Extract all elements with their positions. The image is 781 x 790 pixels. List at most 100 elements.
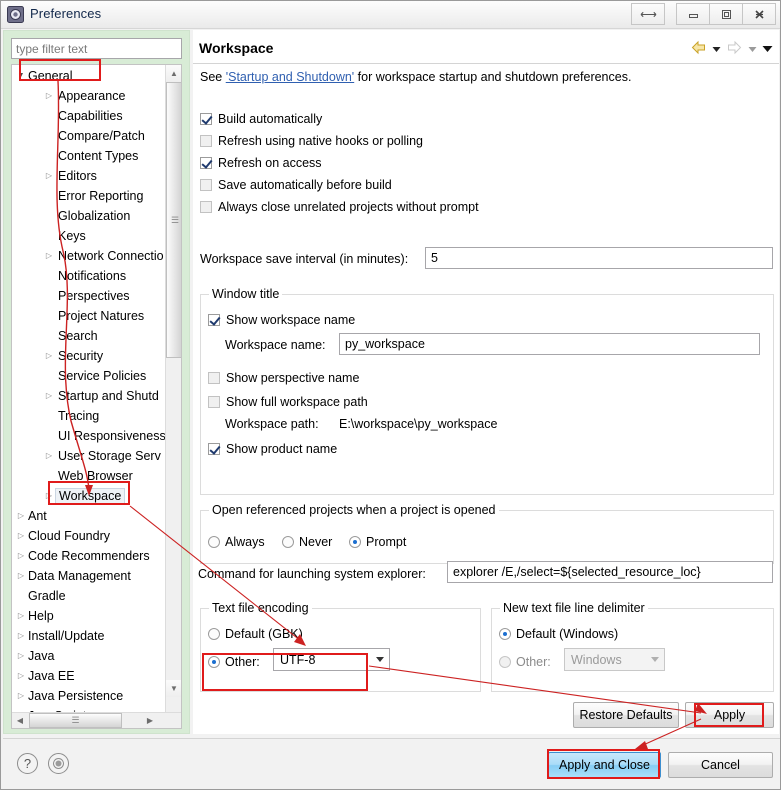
tree-item-label: Security xyxy=(58,349,104,363)
tree-item-install-update[interactable]: ▷ Install/Update xyxy=(12,626,165,646)
tree-item-network-connectio[interactable]: ▷ Network Connectio xyxy=(12,246,165,266)
restore-defaults-button[interactable]: Restore Defaults xyxy=(573,702,679,728)
tree-item-ui-responsiveness[interactable]: UI Responsiveness xyxy=(12,426,166,446)
tree-item-java-persistence[interactable]: ▷ Java Persistence xyxy=(12,686,165,706)
workspace-name-input[interactable]: py_workspace xyxy=(339,333,760,355)
chevron-down-icon: ▼ xyxy=(17,72,25,79)
text-file-encoding-label: Text file encoding xyxy=(209,601,312,615)
scroll-up-icon[interactable]: ▲ xyxy=(166,65,181,82)
minimize-button[interactable] xyxy=(676,3,710,25)
window-title-group-label: Window title xyxy=(209,287,283,301)
tree-item-gradle[interactable]: Gradle xyxy=(12,586,165,606)
apply-and-close-button[interactable]: Apply and Close xyxy=(548,752,661,778)
tree-item-project-natures[interactable]: Project Natures xyxy=(12,306,165,326)
checkbox-label: Show workspace name xyxy=(226,313,356,327)
page-navigation xyxy=(690,40,773,58)
workspace-checkbox-0[interactable]: Build automatically xyxy=(200,110,322,128)
chevron-right-icon: ▷ xyxy=(17,631,25,640)
show-product-name-checkbox[interactable]: Show product name xyxy=(208,440,337,458)
startup-shutdown-link[interactable]: 'Startup and Shutdown' xyxy=(226,70,354,84)
workspace-name-label: Workspace name: xyxy=(225,338,326,352)
tree-item-perspectives[interactable]: Perspectives xyxy=(12,286,165,306)
tree-item-label: Error Reporting xyxy=(58,189,144,203)
encoding-combo[interactable]: UTF-8 xyxy=(273,648,390,671)
workspace-checkbox-3[interactable]: Save automatically before build xyxy=(200,176,392,194)
show-full-workspace-path-checkbox[interactable]: Show full workspace path xyxy=(208,393,368,411)
tree-item-label: General xyxy=(28,69,73,83)
tree-item-editors[interactable]: ▷ Editors xyxy=(12,166,165,186)
tree-item-startup-and-shutd[interactable]: ▷ Startup and Shutd xyxy=(12,386,165,406)
tree-item-web-browser[interactable]: Web Browser xyxy=(12,466,165,486)
tree-item-content-types[interactable]: Content Types xyxy=(12,146,165,166)
tree-item-label: Service Policies xyxy=(58,369,147,383)
chevron-right-icon: ▷ xyxy=(17,551,25,560)
tree-item-label: Workspace xyxy=(55,488,126,504)
resize-button[interactable] xyxy=(631,3,665,25)
save-interval-input[interactable]: 5 xyxy=(425,247,773,269)
checkbox-label: Refresh on access xyxy=(218,156,322,170)
line-delimiter-label: New text file line delimiter xyxy=(500,601,648,615)
checkbox-label: Show product name xyxy=(226,442,338,456)
tree-item-globalization[interactable]: Globalization xyxy=(12,206,165,226)
workspace-checkbox-1[interactable]: Refresh using native hooks or polling xyxy=(200,132,423,150)
scroll-left-icon[interactable]: ◀ xyxy=(12,713,28,728)
tree-item-notifications[interactable]: Notifications xyxy=(12,266,165,286)
tree-item-user-storage-serv[interactable]: ▷ User Storage Serv xyxy=(12,446,165,466)
tree-item-keys[interactable]: Keys xyxy=(12,226,165,246)
tree-item-help[interactable]: ▷ Help xyxy=(12,606,165,626)
delimiter-other-radio[interactable]: Other: xyxy=(499,653,551,671)
tree-item-code-recommenders[interactable]: ▷ Code Recommenders xyxy=(12,546,165,566)
tree-item-cloud-foundry[interactable]: ▷ Cloud Foundry xyxy=(12,526,165,546)
tree-item-label: Globalization xyxy=(58,209,131,223)
tree-item-general[interactable]: ▼ General xyxy=(12,66,165,86)
help-icon[interactable]: ? xyxy=(17,753,38,774)
apply-button[interactable]: Apply xyxy=(685,702,774,728)
system-explorer-input[interactable]: explorer /E,/select=${selected_resource_… xyxy=(447,561,773,583)
scroll-right-icon[interactable]: ▶ xyxy=(142,713,158,728)
encoding-other-radio[interactable]: Other: xyxy=(208,653,260,671)
radio-label: Always xyxy=(225,535,265,549)
tree-item-capabilities[interactable]: Capabilities xyxy=(12,106,165,126)
radio-always[interactable]: Always xyxy=(208,533,265,551)
tree-horizontal-scrollbar[interactable]: ◀ ☰ ▶ xyxy=(12,712,181,728)
workspace-checkbox-4[interactable]: Always close unrelated projects without … xyxy=(200,198,479,216)
tree-item-java[interactable]: ▷ Java xyxy=(12,646,165,666)
tree-item-data-management[interactable]: ▷ Data Management xyxy=(12,566,165,586)
filter-input[interactable]: type filter text xyxy=(11,38,182,59)
radio-prompt[interactable]: Prompt xyxy=(349,533,406,551)
show-workspace-name-checkbox[interactable]: Show workspace name xyxy=(208,311,355,329)
tree-item-ant[interactable]: ▷ Ant xyxy=(12,506,165,526)
show-perspective-name-checkbox[interactable]: Show perspective name xyxy=(208,369,359,387)
tree-item-appearance[interactable]: ▷ Appearance xyxy=(12,86,165,106)
record-icon[interactable] xyxy=(48,753,69,774)
maximize-button[interactable] xyxy=(709,3,743,25)
cancel-button[interactable]: Cancel xyxy=(668,752,773,778)
tree-item-workspace[interactable]: ▷ Workspace xyxy=(12,486,165,506)
window-title: Preferences xyxy=(30,6,102,21)
radio-never[interactable]: Never xyxy=(282,533,332,551)
title-bar: Preferences xyxy=(1,1,780,29)
back-dropdown-icon[interactable] xyxy=(712,42,721,56)
tree-item-label: UI Responsiveness xyxy=(58,429,166,443)
tree-vertical-scrollbar[interactable]: ▲ ☰ ▼ xyxy=(165,65,181,713)
vertical-scroll-thumb[interactable]: ☰ xyxy=(166,82,181,358)
tree-item-security[interactable]: ▷ Security xyxy=(12,346,165,366)
encoding-default-radio[interactable]: Default (GBK) xyxy=(208,625,303,643)
tree-item-search[interactable]: Search xyxy=(12,326,165,346)
tree-item-tracing[interactable]: Tracing xyxy=(12,406,165,426)
horizontal-scroll-thumb[interactable]: ☰ xyxy=(29,713,122,728)
scroll-down-icon[interactable]: ▼ xyxy=(166,680,181,697)
view-menu-icon[interactable] xyxy=(762,42,773,56)
tree-item-compare-patch[interactable]: Compare/Patch xyxy=(12,126,165,146)
tree-item-service-policies[interactable]: Service Policies xyxy=(12,366,165,386)
delimiter-combo[interactable]: Windows xyxy=(564,648,665,671)
workspace-checkbox-2[interactable]: Refresh on access xyxy=(200,154,322,172)
tree-item-label: Java Persistence xyxy=(28,689,124,703)
tree-item-java-ee[interactable]: ▷ Java EE xyxy=(12,666,165,686)
delimiter-default-radio[interactable]: Default (Windows) xyxy=(499,625,618,643)
back-arrow-icon[interactable] xyxy=(690,40,707,58)
close-button[interactable] xyxy=(742,3,776,25)
tree-item-error-reporting[interactable]: Error Reporting xyxy=(12,186,165,206)
checkbox-icon xyxy=(208,372,220,384)
radio-icon xyxy=(499,628,511,640)
